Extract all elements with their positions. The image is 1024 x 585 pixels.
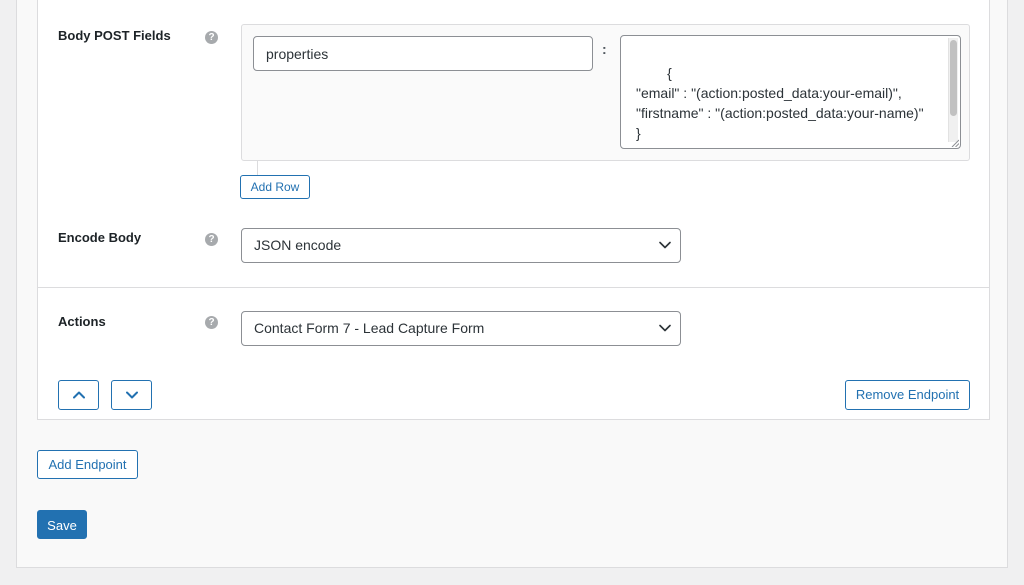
actions-select[interactable]: Contact Form 7 - Lead Capture Form (241, 311, 681, 346)
encode-body-label: Encode Body (58, 230, 142, 245)
chevron-down-icon (659, 241, 671, 249)
actions-selected: Contact Form 7 - Lead Capture Form (254, 320, 485, 336)
chevron-down-icon (126, 391, 138, 399)
help-icon[interactable]: ? (205, 31, 218, 44)
textarea-scrollbar[interactable] (948, 38, 958, 142)
body-post-fields-label: Body POST Fields (58, 28, 171, 43)
move-down-button[interactable] (111, 380, 152, 410)
resize-grip-icon[interactable] (951, 139, 959, 147)
chevron-down-icon (659, 324, 671, 332)
add-row-button[interactable]: Add Row (240, 175, 310, 199)
field-key-input[interactable] (253, 36, 593, 71)
section-divider (38, 287, 989, 288)
scrollbar-thumb[interactable] (950, 40, 957, 116)
chevron-up-icon (73, 391, 85, 399)
body-fields-rows: : { "email" : "(action:posted_data:your-… (241, 24, 970, 161)
help-icon[interactable]: ? (205, 233, 218, 246)
settings-container: Body POST Fields ? : { "email" : "(actio… (16, 0, 1008, 568)
field-value-textarea[interactable]: { "email" : "(action:posted_data:your-em… (620, 35, 961, 149)
remove-endpoint-button[interactable]: Remove Endpoint (845, 380, 970, 410)
field-value-text: { "email" : "(action:posted_data:your-em… (636, 65, 924, 141)
row-connector (257, 160, 258, 176)
encode-body-selected: JSON encode (254, 237, 342, 253)
encode-body-select[interactable]: JSON encode (241, 228, 681, 263)
actions-label: Actions (58, 314, 106, 329)
add-endpoint-button[interactable]: Add Endpoint (37, 450, 138, 479)
endpoint-panel: Body POST Fields ? : { "email" : "(actio… (37, 0, 990, 420)
help-icon[interactable]: ? (205, 316, 218, 329)
save-button[interactable]: Save (37, 510, 87, 539)
move-up-button[interactable] (58, 380, 99, 410)
key-value-separator: : (602, 41, 607, 57)
